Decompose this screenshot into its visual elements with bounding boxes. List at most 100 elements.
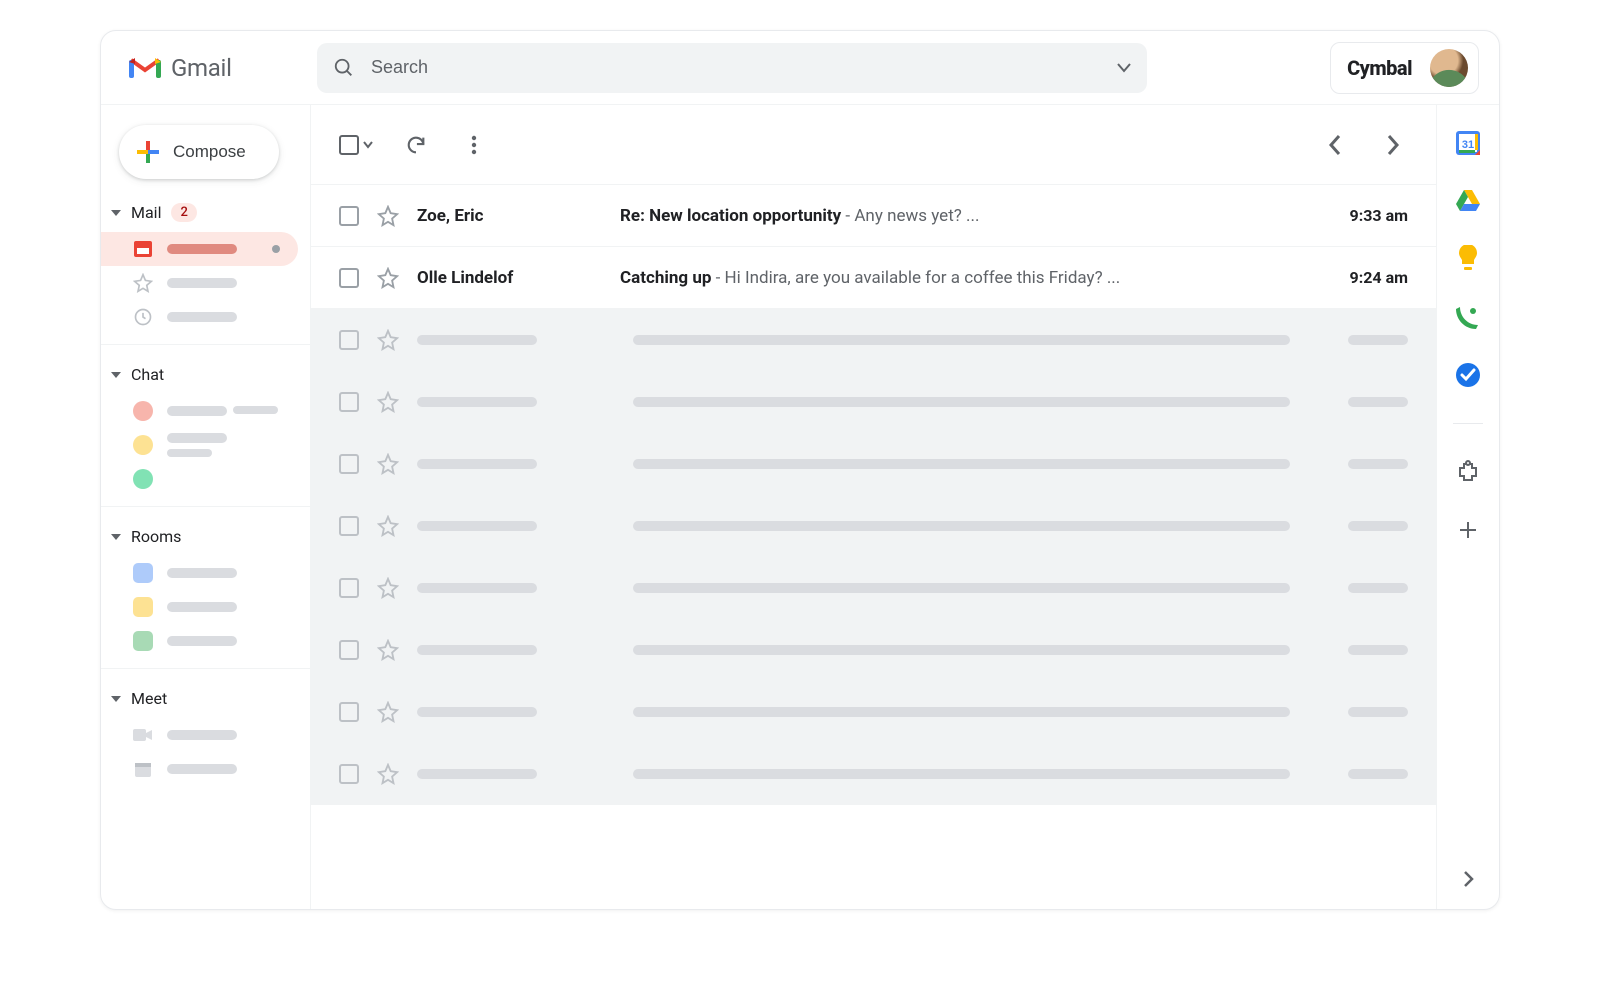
placeholder-text: [633, 397, 1290, 407]
row-checkbox[interactable]: [339, 206, 359, 226]
row-checkbox[interactable]: [339, 578, 359, 598]
voice-app-button[interactable]: [1454, 303, 1482, 331]
email-row-placeholder[interactable]: [311, 433, 1436, 495]
section-rooms: Rooms: [101, 506, 310, 668]
keep-app-button[interactable]: [1454, 245, 1482, 273]
search-input[interactable]: [371, 57, 1101, 78]
star-toggle[interactable]: [377, 515, 399, 537]
collapse-panel-button[interactable]: [1454, 865, 1482, 893]
email-row-placeholder[interactable]: [311, 557, 1436, 619]
room-item[interactable]: [101, 556, 310, 590]
star-toggle[interactable]: [377, 205, 399, 227]
section-header-mail[interactable]: Mail 2: [101, 197, 310, 232]
placeholder-text: [1348, 769, 1408, 779]
star-toggle[interactable]: [377, 391, 399, 413]
star-outline-icon: [377, 639, 399, 661]
section-label-rooms: Rooms: [131, 527, 181, 546]
room-color-icon: [133, 631, 153, 651]
meet-new-meeting[interactable]: [101, 718, 310, 752]
star-outline-icon: [377, 453, 399, 475]
plus-icon: [137, 141, 159, 163]
main: Zoe, Eric Re: New location opportunity -…: [311, 105, 1437, 909]
star-outline-icon: [377, 701, 399, 723]
placeholder-text: [633, 335, 1290, 345]
brand[interactable]: Gmail: [129, 54, 289, 82]
chat-contact[interactable]: [101, 428, 310, 462]
older-button[interactable]: [1378, 130, 1408, 160]
star-outline-icon: [377, 205, 399, 227]
rail-divider: [1453, 423, 1483, 424]
app-frame: Gmail Cymbal Compose: [100, 30, 1500, 910]
email-row[interactable]: Olle Lindelof Catching up - Hi Indira, a…: [311, 247, 1436, 309]
placeholder-text: [1348, 583, 1408, 593]
section-header-chat[interactable]: Chat: [101, 359, 310, 394]
row-checkbox[interactable]: [339, 516, 359, 536]
row-checkbox[interactable]: [339, 702, 359, 722]
email-row-placeholder[interactable]: [311, 743, 1436, 805]
placeholder-text: [167, 312, 237, 322]
search-bar[interactable]: [317, 43, 1147, 93]
account-chip[interactable]: Cymbal: [1330, 42, 1479, 94]
calendar-app-button[interactable]: 31: [1454, 129, 1482, 157]
star-outline-icon: [377, 391, 399, 413]
email-row-placeholder[interactable]: [311, 619, 1436, 681]
row-checkbox[interactable]: [339, 764, 359, 784]
select-all-checkbox[interactable]: [339, 135, 373, 155]
star-toggle[interactable]: [377, 453, 399, 475]
star-toggle[interactable]: [377, 701, 399, 723]
row-checkbox[interactable]: [339, 330, 359, 350]
refresh-icon: [405, 134, 427, 156]
star-toggle[interactable]: [377, 639, 399, 661]
room-item[interactable]: [101, 590, 310, 624]
body: Compose Mail 2: [101, 105, 1499, 909]
section-meet: Meet: [101, 668, 310, 796]
compose-button[interactable]: Compose: [119, 125, 279, 179]
avatar[interactable]: [1430, 49, 1468, 87]
row-checkbox[interactable]: [339, 268, 359, 288]
meet-join-meeting[interactable]: [101, 752, 310, 786]
video-camera-icon: [133, 725, 153, 745]
toolbar: [311, 105, 1436, 185]
snippet: Hi Indira, are you available for a coffe…: [725, 268, 1121, 288]
chat-contact[interactable]: [101, 462, 310, 496]
row-checkbox[interactable]: [339, 640, 359, 660]
section-header-meet[interactable]: Meet: [101, 683, 310, 718]
chevron-right-icon: [1386, 134, 1400, 156]
row-checkbox[interactable]: [339, 454, 359, 474]
placeholder-text: [167, 449, 212, 457]
sidebar-item-inbox[interactable]: [101, 232, 298, 266]
section-header-rooms[interactable]: Rooms: [101, 521, 310, 556]
refresh-button[interactable]: [401, 130, 431, 160]
star-toggle[interactable]: [377, 577, 399, 599]
email-row[interactable]: Zoe, Eric Re: New location opportunity -…: [311, 185, 1436, 247]
row-checkbox[interactable]: [339, 392, 359, 412]
chevron-left-icon: [1328, 134, 1342, 156]
sidebar-item-starred[interactable]: [101, 266, 310, 300]
chat-contact[interactable]: [101, 394, 310, 428]
email-row-placeholder[interactable]: [311, 681, 1436, 743]
placeholder-text: [417, 707, 537, 717]
caret-down-icon: [111, 534, 121, 540]
email-row-placeholder[interactable]: [311, 309, 1436, 371]
room-item[interactable]: [101, 624, 310, 658]
sidebar-item-snoozed[interactable]: [101, 300, 310, 334]
email-row-placeholder[interactable]: [311, 371, 1436, 433]
newer-button[interactable]: [1320, 130, 1350, 160]
more-button[interactable]: [459, 130, 489, 160]
placeholder-text: [633, 583, 1290, 593]
sender: Zoe, Eric: [417, 206, 602, 226]
search-options-icon[interactable]: [1117, 63, 1131, 73]
star-toggle[interactable]: [377, 763, 399, 785]
tasks-app-button[interactable]: [1454, 361, 1482, 389]
star-outline-icon: [377, 515, 399, 537]
get-addons-button[interactable]: [1454, 516, 1482, 544]
org-label: Cymbal: [1347, 56, 1412, 80]
placeholder-text: [167, 433, 227, 443]
clock-icon: [133, 307, 153, 327]
star-toggle[interactable]: [377, 267, 399, 289]
presence-dot-icon: [133, 469, 153, 489]
drive-app-button[interactable]: [1454, 187, 1482, 215]
email-row-placeholder[interactable]: [311, 495, 1436, 557]
addons-button[interactable]: [1454, 458, 1482, 486]
star-toggle[interactable]: [377, 329, 399, 351]
